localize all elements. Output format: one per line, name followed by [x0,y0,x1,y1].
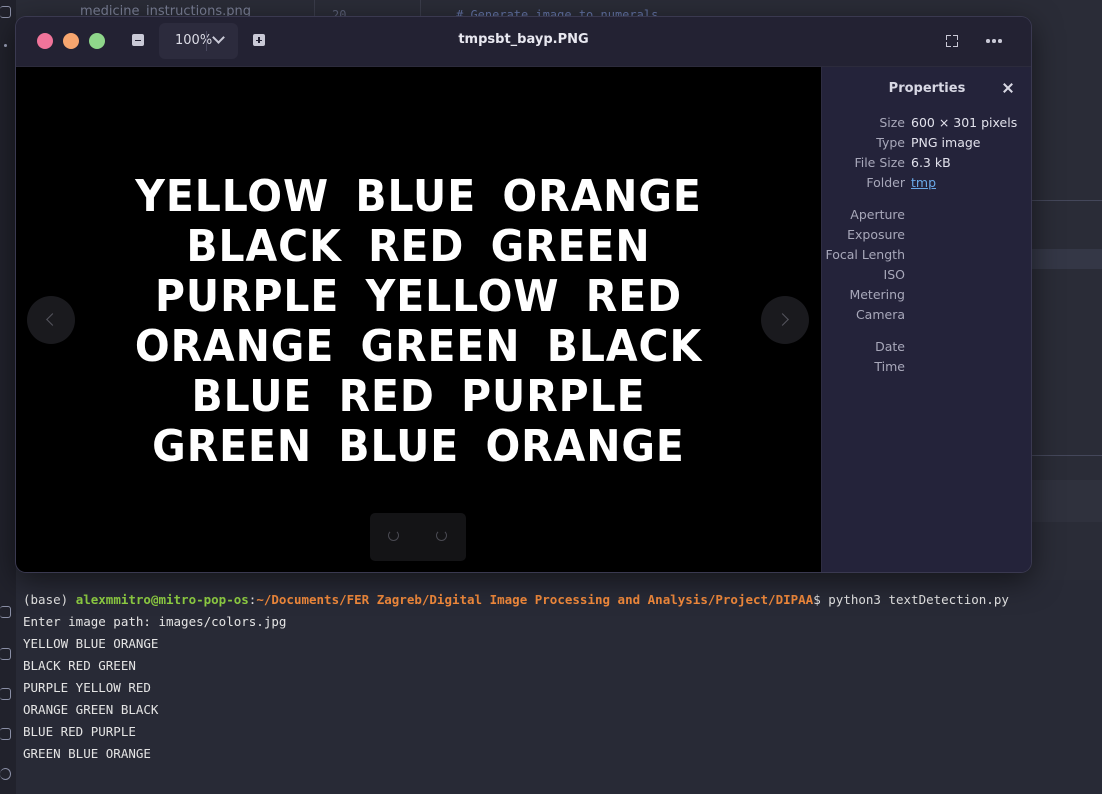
window-title: tmpsbt_bayp.PNG [458,32,589,47]
terminal-output-line: BLUE RED PURPLE [23,724,136,739]
property-row-size: Size 600 × 301 pixels [822,115,1031,135]
current-line-highlight [1032,249,1102,269]
rotate-toolbar [370,513,466,561]
property-row-time: Time [822,359,1031,379]
property-label: Focal Length [825,247,906,262]
fullscreen-icon[interactable] [946,35,958,47]
property-label: Date [875,339,905,354]
property-label: File Size [854,155,905,170]
property-label: Metering [849,287,905,302]
image-text-line: YELLOW BLUE ORANGE [135,171,702,222]
explorer-icon[interactable] [0,6,11,18]
property-value: PNG image [911,135,981,150]
property-label: Type [876,135,905,150]
property-row-date: Date [822,339,1031,359]
next-image-button[interactable] [761,296,809,344]
properties-title: Properties [888,81,966,96]
rotate-right-icon[interactable] [436,530,447,541]
property-label: Aperture [850,207,905,222]
property-row-focal-length: Focal Length [822,247,1031,267]
property-value: 6.3 kB [911,155,951,170]
prompt-command: $ python3 textDetection.py [813,592,1009,607]
prompt-user: alexmmitro@mitro-pop-os [75,592,249,607]
property-label: Camera [855,307,905,322]
terminal-output-line: ORANGE GREEN BLACK [23,702,159,717]
property-label: Exposure [847,227,905,242]
editor-divider [1032,200,1102,201]
property-row-file-size: File Size 6.3 kB [822,155,1031,175]
terminal-output-line: PURPLE YELLOW RED [23,680,151,695]
property-row-exposure: Exposure [822,227,1031,247]
property-label: Size [879,115,905,130]
property-value: 600 × 301 pixels [911,115,1018,130]
property-row-metering: Metering [822,287,1031,307]
more-options-icon[interactable] [986,39,1002,43]
property-label: Folder [866,175,905,190]
image-canvas[interactable]: YELLOW BLUE ORANGE BLACK RED GREEN PURPL… [16,67,821,572]
property-row-folder: Folder tmp [822,175,1031,195]
chevron-right-icon [776,313,789,326]
image-text-line: BLACK RED GREEN [186,221,651,272]
chevron-left-icon [46,313,59,326]
document-icon[interactable] [0,728,11,740]
image-text-line: GREEN BLUE ORANGE [152,421,685,472]
image-text-line: ORANGE GREEN BLACK [134,321,703,372]
property-row-iso: ISO [822,267,1031,287]
terminal-panel[interactable]: (base) alexmmitro@mitro-pop-os:~/Documen… [16,580,1102,794]
terminal-output-line: BLACK RED GREEN [23,658,136,673]
terminal-prompt-line: (base) alexmmitro@mitro-pop-os:~/Documen… [23,589,1009,611]
terminal-output-line: Enter image path: images/colors.jpg [23,614,287,629]
editor-panel [1032,480,1102,522]
account-icon[interactable] [0,768,11,780]
folder-link[interactable]: tmp [911,175,936,190]
prompt-path: ~/Documents/FER Zagreb/Digital Image Pro… [256,592,814,607]
previous-image-button[interactable] [27,296,75,344]
property-row-type: Type PNG image [822,135,1031,155]
property-row-camera: Camera [822,307,1031,327]
property-label: Time [874,359,905,374]
prompt-env: (base) [23,592,76,607]
layers-icon[interactable] [0,648,11,660]
editor-divider [1032,455,1102,456]
image-text-line: BLUE RED PURPLE [191,371,646,422]
close-icon[interactable] [1002,82,1014,94]
extensions-icon[interactable] [0,688,11,700]
rotate-left-icon[interactable] [388,530,399,541]
terminal-output-line: GREEN BLUE ORANGE [23,746,151,761]
terminal-output-line: YELLOW BLUE ORANGE [23,636,159,651]
activity-bar [0,0,16,794]
source-control-icon[interactable] [0,606,11,618]
activity-dot-icon [4,44,7,47]
image-viewer-window: 100% tmpsbt_bayp.PNG YELLOW BLUE ORANGE … [16,17,1031,572]
properties-panel: Properties Size 600 × 301 pixels Type PN… [821,67,1031,572]
image-text-line: PURPLE YELLOW RED [154,271,682,322]
property-label: ISO [883,267,905,282]
titlebar[interactable]: 100% tmpsbt_bayp.PNG [16,17,1031,67]
property-row-aperture: Aperture [822,207,1031,227]
